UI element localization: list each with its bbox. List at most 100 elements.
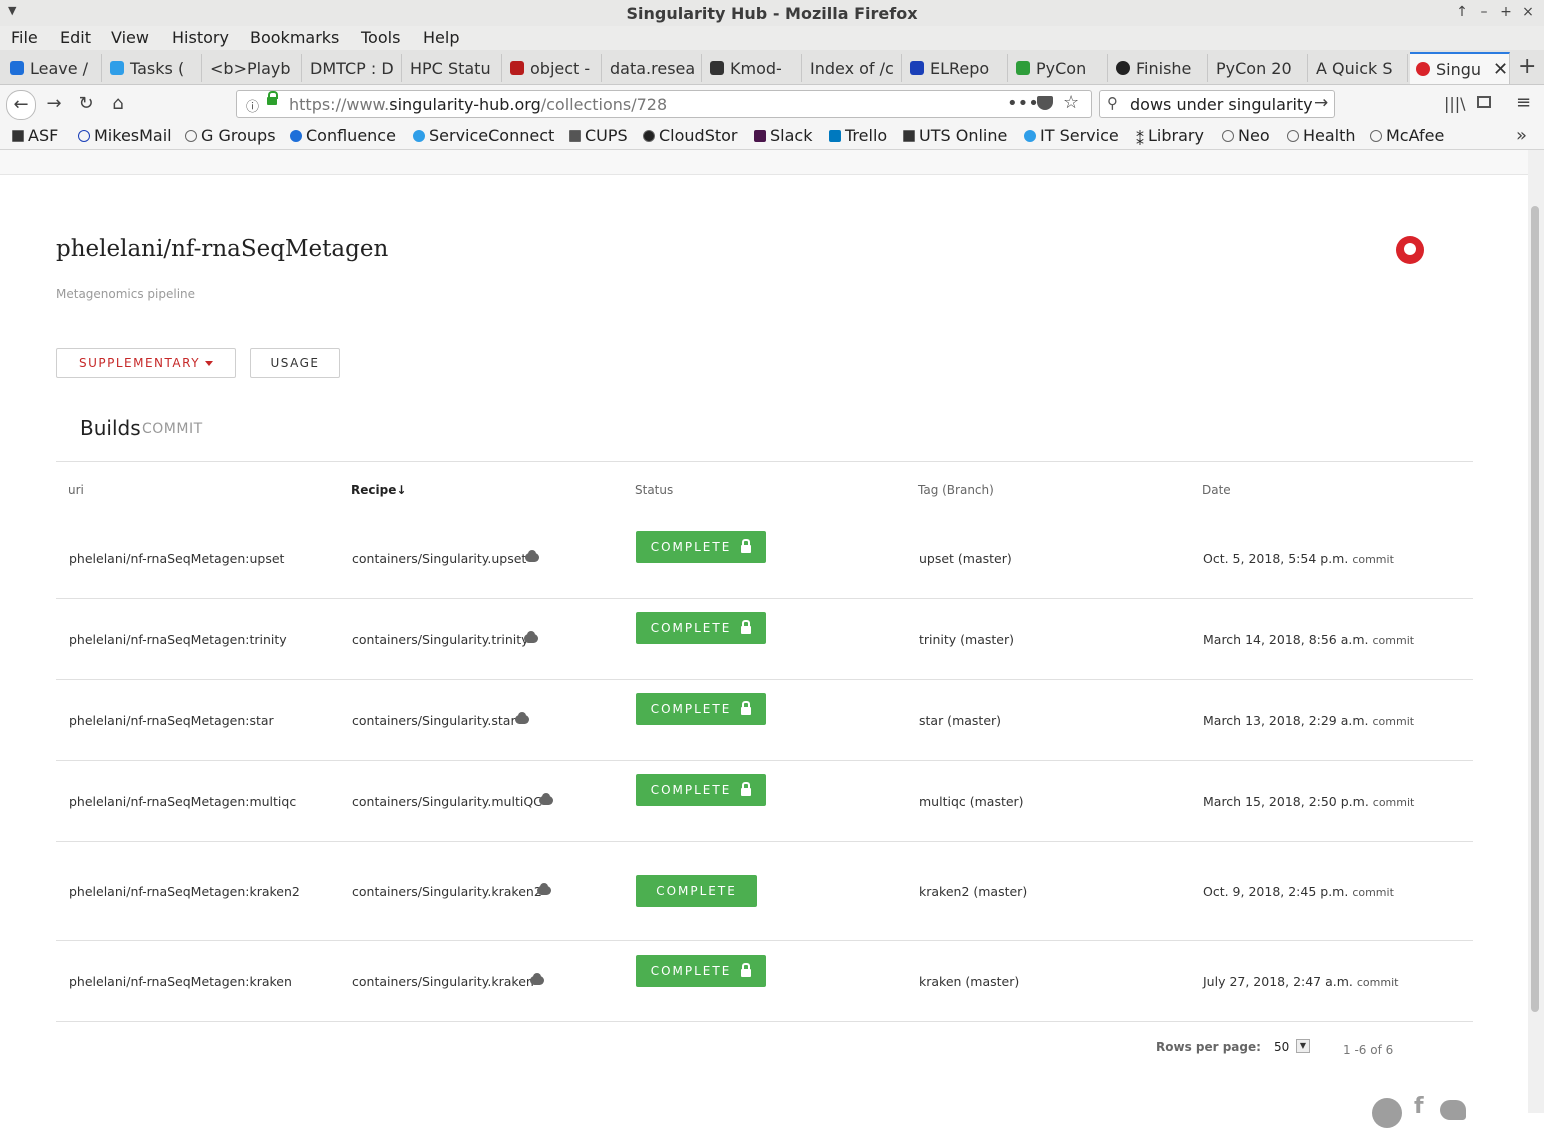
row-uri[interactable]: phelelani/nf-rnaSeqMetagen:multiqc (69, 794, 296, 809)
bookmark-trello[interactable]: Trello (829, 126, 887, 145)
window-pin-icon[interactable]: ↑ (1453, 4, 1471, 20)
menu-bookmarks[interactable]: Bookmarks (250, 28, 339, 47)
status-badge[interactable]: COMPLETE (636, 875, 757, 907)
row-recipe[interactable]: containers/Singularity.multiQC (352, 794, 542, 809)
tab-finished[interactable]: Finishe (1110, 54, 1208, 82)
row-recipe[interactable]: containers/Singularity.upset (352, 551, 526, 566)
tab-pycon[interactable]: PyCon (1010, 54, 1108, 82)
tab-playbook[interactable]: <b>Playb (204, 54, 302, 82)
tab-object[interactable]: object - (504, 54, 602, 82)
bookmark-health[interactable]: Health (1287, 126, 1356, 145)
header-recipe[interactable]: Recipe↓ (351, 483, 406, 497)
bookmark-slack[interactable]: Slack (754, 126, 812, 145)
bookmark-mcafee[interactable]: McAfee (1370, 126, 1444, 145)
row-recipe[interactable]: containers/Singularity.kraken2 (352, 884, 542, 899)
status-badge[interactable]: COMPLETE (636, 612, 766, 644)
status-badge[interactable]: COMPLETE (636, 774, 766, 806)
row-recipe[interactable]: containers/Singularity.star (352, 713, 516, 728)
usage-button[interactable]: USAGE (250, 348, 340, 378)
github-icon[interactable] (1396, 236, 1424, 264)
url-bar[interactable]: ⓘ https://www.singularity-hub.org/collec… (236, 90, 1092, 118)
tab-pycon-2[interactable]: PyCon 20 (1210, 54, 1308, 82)
bookmark-mikesmail[interactable]: MikesMail (78, 126, 172, 145)
commit-link[interactable]: commit (1373, 796, 1415, 809)
row-uri[interactable]: phelelani/nf-rnaSeqMetagen:upset (69, 551, 284, 566)
commit-link[interactable]: commit (1373, 715, 1415, 728)
status-badge[interactable]: COMPLETE (636, 693, 766, 725)
tab-tasks[interactable]: Tasks ( (104, 54, 202, 82)
menu-tools[interactable]: Tools (361, 28, 400, 47)
twitter-icon[interactable] (1440, 1100, 1466, 1120)
commit-link[interactable]: commit (1357, 976, 1399, 989)
search-bar[interactable]: ⚲ dows under singularity → (1099, 90, 1335, 118)
header-date[interactable]: Date (1202, 483, 1231, 497)
menu-view[interactable]: View (111, 28, 149, 47)
row-recipe[interactable]: containers/Singularity.kraken (352, 974, 534, 989)
window-maximize-icon[interactable]: + (1497, 4, 1515, 20)
cloud-download-icon[interactable] (528, 973, 546, 985)
bookmark-cloudstor[interactable]: CloudStor (643, 126, 738, 145)
tab-a-quick[interactable]: A Quick S (1310, 54, 1408, 82)
page-scrollbar[interactable] (1528, 150, 1544, 1113)
header-tag[interactable]: Tag (Branch) (918, 483, 994, 497)
tab-data-research[interactable]: data.resea (604, 54, 702, 82)
header-status[interactable]: Status (635, 483, 673, 497)
sidebar-icon[interactable] (1477, 96, 1491, 108)
secure-lock-icon[interactable] (267, 91, 278, 105)
cloud-download-icon[interactable] (513, 712, 531, 724)
bookmark-neo[interactable]: Neo (1222, 126, 1270, 145)
facebook-icon[interactable]: f (1414, 1094, 1424, 1119)
status-badge[interactable]: COMPLETE (636, 955, 766, 987)
bookmark-serviceconnect[interactable]: ServiceConnect (413, 126, 554, 145)
row-uri[interactable]: phelelani/nf-rnaSeqMetagen:star (69, 713, 274, 728)
bookmark-library[interactable]: ⁑ Library (1136, 126, 1204, 149)
bookmarks-overflow-icon[interactable]: » (1516, 125, 1527, 146)
forward-icon[interactable]: → (40, 90, 68, 118)
scrollbar-thumb[interactable] (1531, 206, 1539, 1012)
row-uri[interactable]: phelelani/nf-rnaSeqMetagen:kraken2 (69, 884, 300, 899)
tab-close-icon[interactable]: ✕ (1493, 59, 1508, 80)
window-close-icon[interactable]: × (1519, 4, 1537, 20)
dropdown-arrow-icon[interactable]: ▼ (1296, 1039, 1310, 1053)
hamburger-menu-icon[interactable]: ≡ (1516, 92, 1531, 113)
row-uri[interactable]: phelelani/nf-rnaSeqMetagen:kraken (69, 974, 292, 989)
bookmark-cups[interactable]: CUPS (569, 126, 628, 145)
new-tab-icon[interactable]: + (1518, 54, 1536, 79)
commit-link[interactable]: commit (1352, 553, 1394, 566)
tab-elrepo[interactable]: ELRepo (904, 54, 1008, 82)
cloud-download-icon[interactable] (522, 631, 540, 643)
library-icon[interactable]: |||\ (1444, 94, 1466, 113)
home-icon[interactable]: ⌂ (104, 90, 132, 118)
reddit-icon[interactable] (1372, 1098, 1402, 1128)
tab-dmtcp[interactable]: DMTCP : D (304, 54, 402, 82)
window-minimize-icon[interactable]: – (1475, 4, 1493, 20)
bookmark-confluence[interactable]: Confluence (290, 126, 396, 145)
menu-edit[interactable]: Edit (60, 28, 91, 47)
tab-kmod[interactable]: Kmod- (704, 54, 802, 82)
header-uri[interactable]: uri (68, 483, 84, 497)
bookmark-it-service[interactable]: IT Service (1024, 126, 1119, 145)
menu-help[interactable]: Help (423, 28, 459, 47)
bookmark-asf[interactable]: ASF (12, 126, 58, 145)
search-input[interactable]: dows under singularity (1130, 95, 1313, 114)
menu-history[interactable]: History (172, 28, 229, 47)
commit-link[interactable]: commit (1373, 634, 1415, 647)
reload-icon[interactable]: ↻ (72, 90, 100, 118)
rows-per-page-select[interactable]: 50 (1274, 1040, 1289, 1054)
tab-leave[interactable]: Leave / (4, 54, 102, 82)
row-uri[interactable]: phelelani/nf-rnaSeqMetagen:trinity (69, 632, 287, 647)
page-actions-icon[interactable]: ••• (1007, 93, 1039, 114)
tab-index-of[interactable]: Index of /c (804, 54, 902, 82)
bookmark-uts-online[interactable]: UTS Online (903, 126, 1007, 145)
cloud-download-icon[interactable] (535, 883, 553, 895)
menu-file[interactable]: File (11, 28, 38, 47)
status-badge[interactable]: COMPLETE (636, 531, 766, 563)
pocket-icon[interactable] (1037, 96, 1053, 110)
cloud-download-icon[interactable] (537, 793, 555, 805)
tab-hpc-status[interactable]: HPC Statu (404, 54, 502, 82)
bookmark-star-icon[interactable]: ☆ (1063, 92, 1079, 113)
row-recipe[interactable]: containers/Singularity.trinity (352, 632, 529, 647)
cloud-download-icon[interactable] (523, 550, 541, 562)
commit-tab[interactable]: COMMIT (142, 421, 203, 437)
search-go-icon[interactable]: → (1314, 93, 1328, 113)
